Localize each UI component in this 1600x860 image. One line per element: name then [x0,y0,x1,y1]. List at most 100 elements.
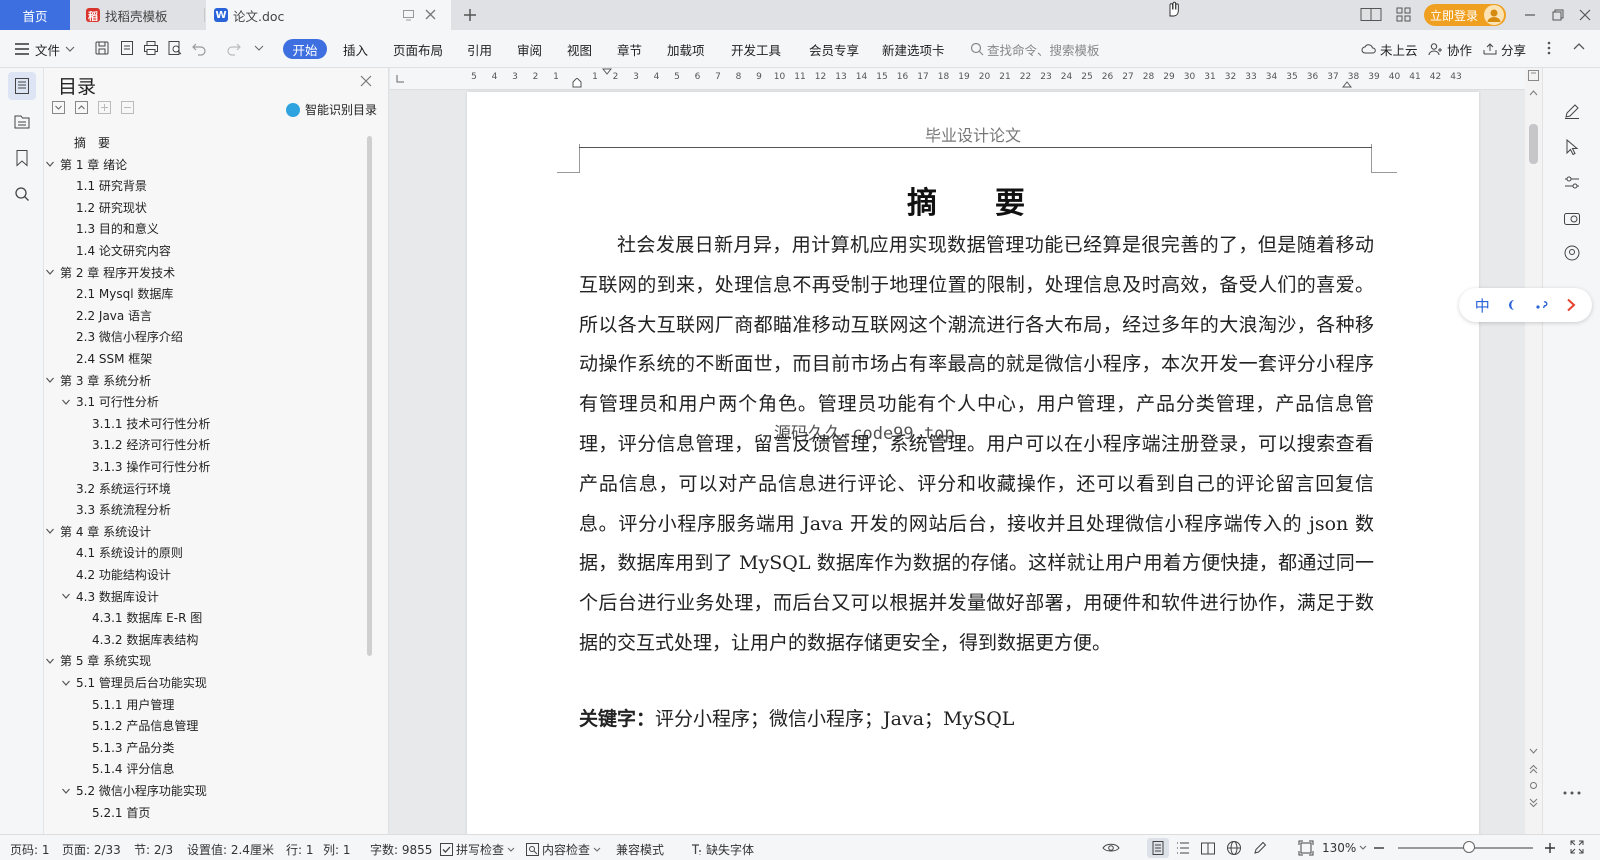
find-icon[interactable] [8,180,36,208]
layout-toggle-icon[interactable] [1360,7,1382,22]
tab-member[interactable]: 会员专享 [809,39,859,59]
login-button[interactable]: 立即登录 [1424,4,1506,26]
page-header[interactable]: 毕业设计论文 [467,122,1479,146]
toc-item[interactable]: 第 3 章 系统分析 [45,372,151,389]
toc-item[interactable]: 2.4 SSM 框架 [76,350,152,367]
chevron-down-icon[interactable] [61,591,71,601]
next-page-icon[interactable] [1529,798,1538,808]
chevron-down-icon[interactable] [61,397,71,407]
toc-item[interactable]: 5.1.2 产品信息管理 [92,717,198,734]
chevron-down-icon[interactable] [45,159,55,169]
status-col[interactable]: 列: 1 [323,841,351,858]
print-preview-icon[interactable] [167,40,185,58]
toc-item[interactable]: 4.3.2 数据库表结构 [92,631,198,648]
toc-panel-icon[interactable] [8,72,36,100]
tab-document[interactable]: W 论文.doc [206,0,451,30]
share-button[interactable]: 分享 [1482,39,1526,59]
toc-item[interactable]: 4.1 系统设计的原则 [76,544,183,561]
command-search-input[interactable]: 查找命令、搜索模板 [970,39,1100,59]
ruler-toggle-icon[interactable] [1528,70,1539,81]
toc-item[interactable]: 3.1.2 经济可行性分析 [92,436,210,453]
scroll-up-icon[interactable] [1529,90,1538,96]
collab-button[interactable]: 协作 [1428,39,1472,59]
tab-references[interactable]: 引用 [467,39,492,59]
location-icon[interactable] [1563,244,1581,262]
status-page[interactable]: 页码: 1 [10,841,50,858]
quick-access-dropdown-icon[interactable] [254,44,272,62]
chevron-down-icon[interactable] [45,267,55,277]
ime-toolbar[interactable]: 中 [1459,288,1592,322]
tab-view[interactable]: 视图 [567,39,592,59]
bookmark-icon[interactable] [8,144,36,172]
vertical-scrollbar[interactable] [1525,68,1542,834]
expand-all-icon[interactable] [52,101,65,114]
save-icon[interactable] [94,40,112,58]
tab-home[interactable]: 首页 [0,0,70,30]
right-indent-marker-icon[interactable] [1342,78,1352,88]
toc-item[interactable]: 2.2 Java 语言 [76,307,152,324]
close-window-icon[interactable] [1578,8,1592,22]
smart-toc-button[interactable]: 智能识别目录 [286,101,377,118]
toc-item[interactable]: 3.1.3 操作可行性分析 [92,458,210,475]
tab-review[interactable]: 审阅 [517,39,542,59]
tab-developer[interactable]: 开发工具 [731,39,781,59]
toc-item[interactable]: 3.1.1 技术可行性分析 [92,415,210,432]
toc-item[interactable]: 5.1.4 评分信息 [92,760,174,777]
tab-start[interactable]: 开始 [283,39,327,59]
select-browse-icon[interactable] [1529,781,1538,790]
chevron-down-icon[interactable] [45,375,55,385]
left-indent-marker-icon[interactable] [572,78,582,88]
grid-apps-icon[interactable] [1396,7,1411,22]
toc-scrollbar[interactable] [367,136,372,656]
image-tool-icon[interactable] [1563,210,1581,228]
toc-item[interactable]: 5.2 微信小程序功能实现 [61,782,207,799]
new-tab-icon[interactable] [462,7,478,23]
status-word-count[interactable]: 字数: 9855 [370,841,432,858]
cloud-status-button[interactable]: 未上云 [1361,39,1418,59]
prev-page-icon[interactable] [1529,764,1538,774]
file-menu-button[interactable]: 文件 [14,39,75,59]
spell-check-button[interactable]: 拼写检查 [440,841,515,858]
zoom-in-icon[interactable] [1544,842,1556,854]
toc-item[interactable]: 第 4 章 系统设计 [45,523,151,540]
close-tab-icon[interactable] [424,8,437,21]
export-pdf-icon[interactable] [119,40,137,58]
tab-stop-icon[interactable] [395,74,405,84]
toc-item[interactable]: 第 5 章 系统实现 [45,652,151,669]
toc-item[interactable]: 4.3.1 数据库 E-R 图 [92,609,202,626]
add-heading-icon[interactable] [98,101,111,114]
tab-addins[interactable]: 加载项 [667,39,705,59]
toc-item[interactable]: 2.1 Mysql 数据库 [76,285,173,302]
zoom-slider-thumb[interactable] [1463,841,1475,853]
chevron-down-icon[interactable] [61,678,71,688]
abstract-body[interactable]: 社会发展日新月异，用计算机应用实现数据管理功能已经算是很完善的了，但是随着移动互… [579,226,1374,664]
outline-view-icon[interactable] [1175,840,1191,856]
chevron-down-icon[interactable] [45,656,55,666]
toc-item[interactable]: 4.2 功能结构设计 [76,566,171,583]
eye-protection-icon[interactable] [1102,840,1120,854]
tab-new-tab[interactable]: 新建选项卡 [882,39,945,59]
remove-heading-icon[interactable] [121,101,134,114]
toc-item[interactable]: 3.1 可行性分析 [61,393,159,410]
toc-item[interactable]: 1.3 目的和意义 [76,220,159,237]
collapse-all-icon[interactable] [75,101,88,114]
horizontal-ruler[interactable]: 5 4 3 2 1 1 2 3 4 5 6 7 8 9 10 11 12 13 14 15 16 17 18 19 20 21 22… [390,68,1525,90]
first-line-indent-marker-icon[interactable] [602,68,612,76]
rail-more-icon[interactable] [1562,790,1582,796]
status-row[interactable]: 行: 1 [286,841,314,858]
minimize-icon[interactable] [1523,8,1537,22]
zoom-out-icon[interactable] [1373,842,1385,854]
scroll-down-icon[interactable] [1529,748,1538,754]
toc-item[interactable]: 4.3 数据库设计 [61,588,159,605]
undo-icon[interactable] [191,40,209,58]
toc-item[interactable]: 第 1 章 绪论 [45,156,127,173]
toc-item[interactable]: 5.2.1 首页 [92,804,150,821]
toc-item[interactable]: 第 2 章 程序开发技术 [45,264,175,281]
chevron-down-icon[interactable] [45,526,55,536]
toc-item[interactable]: 5.1.3 产品分类 [92,739,174,756]
status-pages[interactable]: 页面: 2/33 [62,841,121,858]
toc-item[interactable]: 摘 要 [74,134,110,151]
toc-item[interactable]: 1.4 论文研究内容 [76,242,171,259]
tab-chapter[interactable]: 章节 [617,39,642,59]
pin-tab-icon[interactable] [402,8,415,21]
